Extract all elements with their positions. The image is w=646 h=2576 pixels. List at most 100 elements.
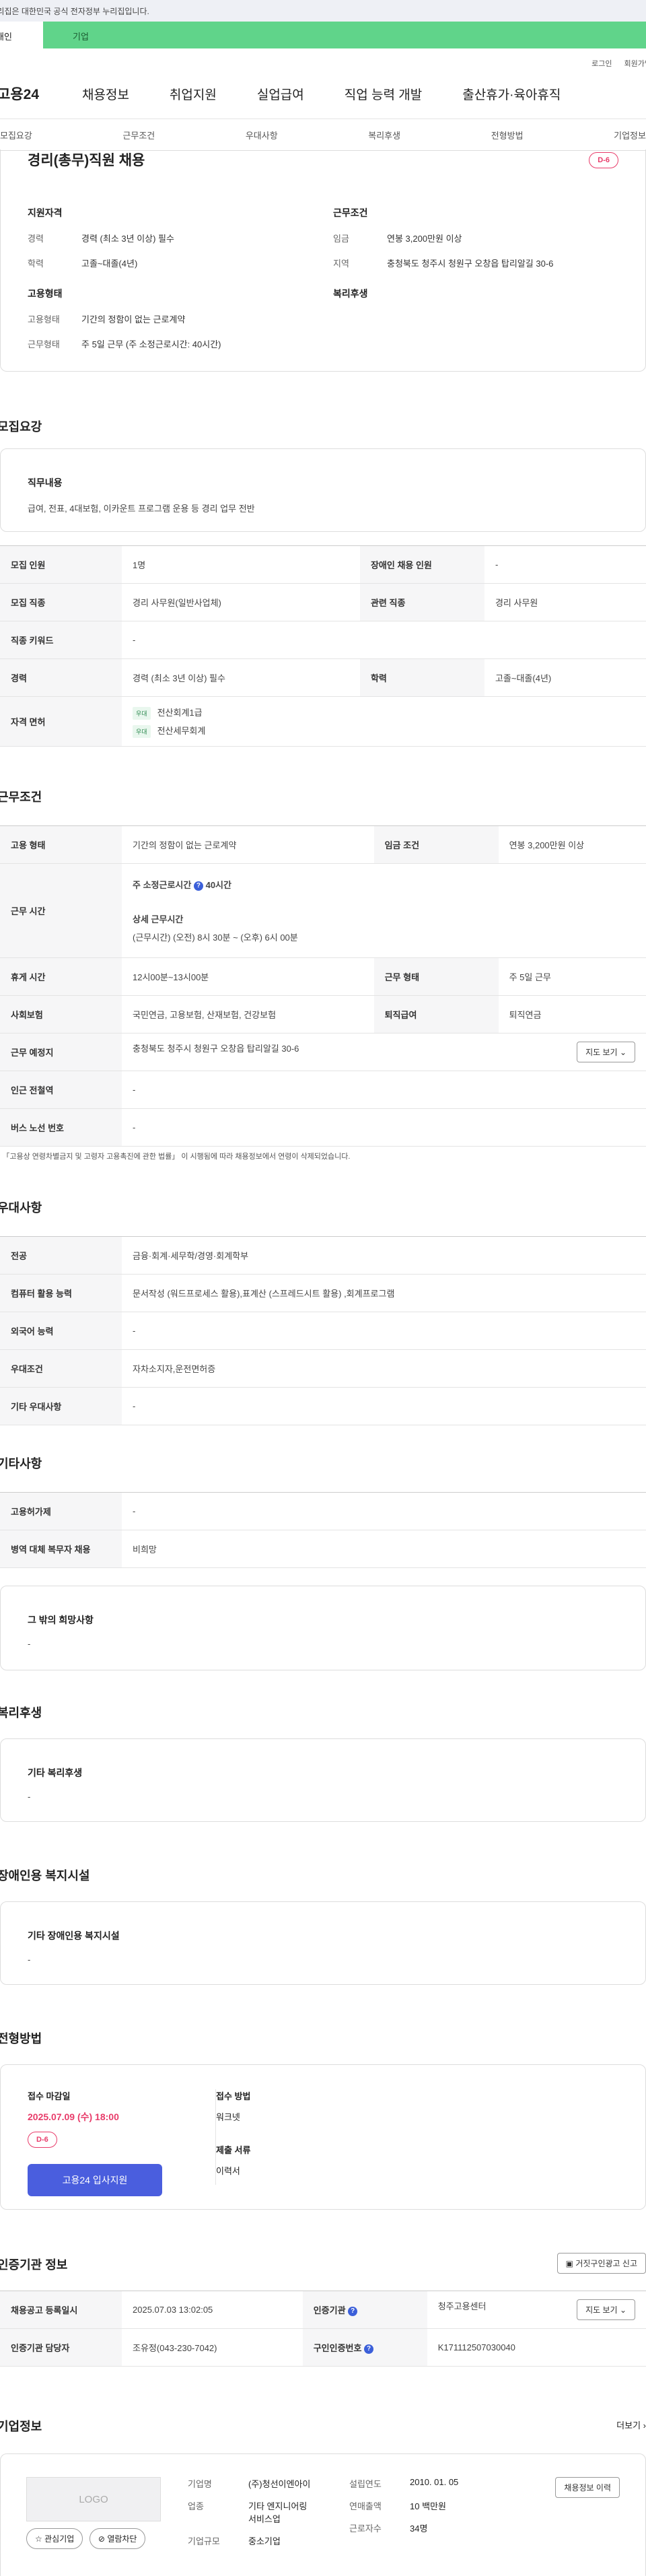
people-label: 모집 인원	[0, 545, 122, 584]
other-wish-box: 그 밖의 희망사항 -	[0, 1586, 646, 1670]
company-more-link[interactable]: 더보기 ›	[616, 2418, 646, 2431]
tab-pref[interactable]: 우대사항	[246, 129, 278, 141]
pref-section: 우대사항 전공 금융·회계·세무학/경영·회계학부 컴퓨터 활용 능력 문서작성 (…	[0, 1198, 646, 1425]
role-tab-company[interactable]: 기업	[43, 22, 646, 48]
site-logo[interactable]: 고용24	[0, 83, 78, 104]
lic-1: 전산회계1급	[157, 707, 203, 718]
org-map-button[interactable]: 지도 보기 ⌄	[577, 2299, 635, 2320]
tab-company[interactable]: 기업정보	[614, 129, 646, 141]
map-view-button[interactable]: 지도 보기 ⌄	[577, 1042, 635, 1062]
lic-value: 우대 전산회계1급 우대 전산세무회계	[122, 696, 646, 747]
company-history-block: 채용정보 이력	[511, 2477, 620, 2558]
table-row: 사회보험 국민연금, 고용보험, 산재보험, 건강보험 퇴직급여 퇴직연금	[0, 995, 646, 1033]
bus-label: 버스 노선 번호	[0, 1108, 122, 1147]
company-name-label: 기업명	[188, 2479, 212, 2489]
table-row: 근무 시간 주 소정근로시간 ? 40시간 상세 근무시간 (근무시간) (오전…	[0, 863, 646, 958]
emp-label: 고용형태	[28, 314, 60, 325]
job-label: 모집 직종	[0, 583, 122, 621]
company-info-left: 기업명 (주)청선이엔아이 업종 기타 엔지니어링 서비스업 기업규모 중소기업	[188, 2477, 349, 2558]
pref-cond-value: 자차소지자,운전면허증	[122, 1349, 646, 1388]
size-value: 중소기업	[248, 2536, 281, 2546]
signup-link[interactable]: 회원가입	[624, 58, 646, 69]
table-row: 버스 노선 번호 -	[0, 1108, 646, 1147]
emp-count-value: 34명	[410, 2523, 428, 2534]
gov-notice: 이 누리집은 대한민국 공식 전자정부 누리집입니다.	[0, 7, 149, 16]
gov-notice-bar: 이 누리집은 대한민국 공식 전자정부 누리집입니다.	[0, 0, 646, 22]
table-row: 외국어 능력 -	[0, 1312, 646, 1350]
gnb-item-support[interactable]: 취업지원	[170, 85, 217, 103]
biz-value: 기타 엔지니어링 서비스업	[248, 2501, 308, 2524]
block-icon: ⊘	[98, 2534, 105, 2544]
apply-button[interactable]: 고용24 입사지원	[28, 2164, 162, 2196]
process-section: 전형방법 접수 마감일 2025.07.09 (수) 18:00 D-6 고용2…	[0, 2029, 646, 2210]
process-box: 접수 마감일 2025.07.09 (수) 18:00 D-6 고용24 입사지…	[0, 2064, 646, 2210]
fav-company-button[interactable]: ☆ 관심기업	[26, 2528, 83, 2549]
table-row: 인근 전철역 -	[0, 1071, 646, 1109]
pref-title: 우대사항	[0, 1201, 42, 1215]
info-icon[interactable]: ?	[193, 881, 203, 891]
loc-label: 지역	[333, 259, 349, 269]
company-logo-block: LOGO ☆ 관심기업 ⊘ 열람차단	[26, 2477, 188, 2558]
military-label: 병역 대체 복무자 채용	[0, 1530, 122, 1568]
edu-label: 학력	[28, 259, 44, 269]
time-value: 주 소정근로시간 ? 40시간 상세 근무시간 (근무시간) (오전) 8시 3…	[122, 863, 646, 958]
work-section: 근무조건 고용 형태 기간의 정함이 없는 근로계약 임금 조건 연봉 3,20…	[0, 788, 646, 1161]
pay-cond-label: 임금 조건	[373, 825, 499, 864]
gnb-item-leave[interactable]: 출산휴가·육아휴직	[462, 85, 561, 103]
gnb-item-training[interactable]: 직업 능력 개발	[345, 85, 422, 103]
disabled-value: -	[484, 545, 646, 584]
tab-recruit[interactable]: 모집요강	[0, 129, 32, 141]
work-table: 고용 형태 기간의 정함이 없는 근로계약 임금 조건 연봉 3,200만원 이…	[0, 825, 646, 1147]
people-value: 1명	[122, 545, 360, 584]
lang-label: 외국어 능력	[0, 1312, 122, 1350]
career-row-label: 경력	[0, 658, 122, 697]
emp-type-label: 고용 형태	[0, 825, 122, 864]
method-value: 워크넷	[216, 2112, 240, 2122]
facility-title: 장애인용 복지시설	[0, 1869, 90, 1883]
eps-label: 고용허가제	[0, 1492, 122, 1530]
gnb-item-unemployment[interactable]: 실업급여	[257, 85, 304, 103]
mgr-label: 인증기관 담당자	[0, 2328, 122, 2367]
job-summary-card: 경리(총무)직원 채용 D-6 지원자격 경력 경력 (최소 3년 이상) 필수 …	[0, 149, 646, 372]
block-view-button[interactable]: ⊘ 열람차단	[89, 2528, 146, 2549]
career-row-value: 경력 (최소 3년 이상) 필수	[122, 658, 360, 697]
rest-label: 휴게 시간	[0, 957, 122, 996]
dday-badge: D-6	[589, 152, 618, 168]
deadline-label: 접수 마감일	[28, 2091, 71, 2101]
disabled-label: 장애인 채용 인원	[359, 545, 485, 584]
info-icon[interactable]: ?	[348, 2306, 358, 2316]
role-bar: 개인 기업	[0, 22, 646, 48]
section-tabs: 모집요강 근무조건 우대사항 복리후생 전형방법 기업정보	[0, 118, 646, 151]
company-box: LOGO ☆ 관심기업 ⊘ 열람차단 기업명 (주)청선이엔아이 업종 기타 엔지니…	[0, 2453, 646, 2576]
welfare-title: 복리후생	[0, 1706, 42, 1720]
report-fake-ad-button[interactable]: ▣ 거짓구인광고 신고	[557, 2253, 646, 2274]
pref-cond-label: 우대조건	[0, 1349, 122, 1388]
other-wish-value: -	[28, 1639, 31, 1649]
facility-box: 기타 장애인용 복지시설 -	[0, 1901, 646, 1985]
deadline-block: 접수 마감일 2025.07.09 (수) 18:00 D-6 고용24 입사지…	[28, 2089, 216, 2196]
workplace-address: 충청북도 청주시 청원구 오창읍 탑리알길 30-6	[133, 1044, 299, 1054]
table-row: 인증기관 담당자 조유정(043-230-7042) 구인인증번호 ? K171…	[0, 2328, 646, 2367]
mgr-value: 조유정(043-230-7042)	[122, 2328, 303, 2367]
size-label: 기업규모	[188, 2536, 220, 2546]
form-value: 주 5일 근무 (주 소정근로시간: 40시간)	[81, 339, 221, 349]
cond-section: 근무조건 임금 연봉 3,200만원 이상 지역 충청북도 청주시 청원구 오창읍 …	[333, 206, 618, 362]
ret-label: 퇴직급여	[373, 995, 499, 1033]
welfare-box: 기타 복리후생 -	[0, 1738, 646, 1822]
tab-work[interactable]: 근무조건	[122, 129, 155, 141]
job-history-button[interactable]: 채용정보 이력	[555, 2477, 620, 2498]
edu-row-label: 학력	[359, 658, 485, 697]
tab-process[interactable]: 전형방법	[491, 129, 524, 141]
role-tab-person[interactable]: 개인	[0, 22, 43, 48]
gnb-item-jobs[interactable]: 채용정보	[82, 85, 129, 103]
info-icon[interactable]: ?	[364, 2344, 374, 2354]
company-logo: LOGO	[26, 2477, 161, 2521]
etc-section: 기타사항 고용허가제 - 병역 대체 복무자 채용 비희망 그 밖의 희망사항 -	[0, 1454, 646, 1670]
tab-welfare[interactable]: 복리후생	[368, 129, 400, 141]
sales-label: 연매출액	[349, 2501, 382, 2511]
table-row: 근무 예정지 충청북도 청주시 청원구 오창읍 탑리알길 30-6 지도 보기 …	[0, 1033, 646, 1071]
time-label: 근무 시간	[0, 863, 122, 958]
login-link[interactable]: 로그인	[591, 58, 612, 69]
est-value: 2010. 01. 05	[410, 2477, 459, 2487]
duty-box: 직무내용 급여, 전표, 4대보험, 이카운트 프로그램 운용 등 경리 업무 …	[0, 448, 646, 532]
